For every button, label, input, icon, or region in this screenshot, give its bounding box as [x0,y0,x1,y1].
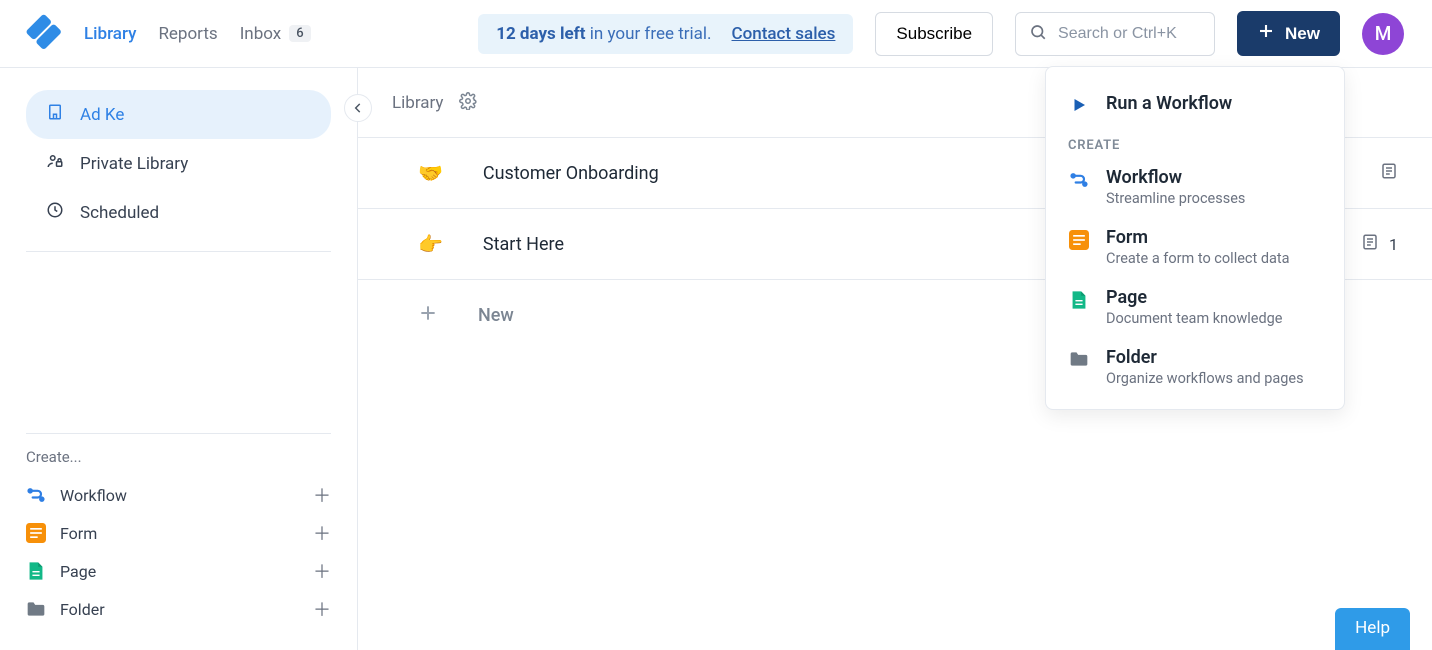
trial-rest: in your free trial. [586,24,712,44]
sidebar-divider [26,433,331,434]
new-item-label: New [478,305,514,326]
row-label: Start Here [483,234,564,255]
create-row-label: Page [60,562,96,581]
contact-sales-link[interactable]: Contact sales [732,24,836,44]
document-icon [1361,233,1379,256]
row-emoji-icon: 🤝 [418,161,443,185]
menu-item-sub: Organize workflows and pages [1106,370,1304,387]
menu-item-title: Workflow [1106,167,1245,188]
trial-days-left: 12 days left [496,24,585,44]
create-row-label: Form [60,524,97,543]
avatar[interactable]: M [1362,13,1404,55]
plus-icon: ＋ [313,558,331,584]
nav-library[interactable]: Library [84,24,136,44]
settings-button[interactable] [459,92,477,114]
document-icon [1380,162,1398,185]
menu-item-sub: Document team knowledge [1106,310,1283,327]
row-emoji-icon: 👉 [418,232,443,256]
page-icon [26,561,46,581]
nav-reports[interactable]: Reports [158,24,217,44]
menu-item-title: Page [1106,287,1283,308]
sidebar-item-label: Private Library [80,154,188,174]
menu-item-label: Run a Workflow [1106,93,1232,114]
plus-icon: ＋ [313,482,331,508]
inbox-count-badge: 6 [289,25,310,42]
row-label: Customer Onboarding [483,163,659,184]
workflow-icon [26,485,46,505]
app-logo-icon[interactable] [22,12,64,54]
clock-icon [46,201,64,224]
help-button-label: Help [1355,618,1390,638]
menu-item-sub: Create a form to collect data [1106,250,1290,267]
menu-item-folder[interactable]: Folder Organize workflows and pages [1046,337,1344,397]
menu-item-sub: Streamline processes [1106,190,1245,207]
page-title: Library [392,93,443,113]
plus-icon: ＋ [313,520,331,546]
menu-item-title: Form [1106,227,1290,248]
sidebar-item-label: Ad Ke [80,105,124,125]
create-section-header: Create... [26,448,331,466]
create-page-row[interactable]: Page ＋ [26,552,331,590]
nav-inbox-label: Inbox [240,24,282,44]
row-count: 1 [1389,235,1398,254]
folder-icon [26,599,46,619]
trial-banner: 12 days left in your free trial. Contact… [478,14,853,54]
menu-item-workflow[interactable]: Workflow Streamline processes [1046,157,1344,217]
new-button[interactable]: New [1237,11,1340,56]
sidebar-item-label: Scheduled [80,203,159,223]
help-button[interactable]: Help [1335,608,1410,650]
menu-item-page[interactable]: Page Document team knowledge [1046,277,1344,337]
play-icon [1068,93,1090,114]
sidebar-item-org[interactable]: Ad Ke [26,90,331,139]
menu-item-run-workflow[interactable]: Run a Workflow [1046,83,1344,128]
plus-icon: ＋ [313,596,331,622]
plus-icon [1257,22,1275,45]
form-icon [26,523,46,543]
sidebar-item-scheduled[interactable]: Scheduled [26,188,331,237]
workflow-icon [1068,167,1090,190]
page-icon [1068,287,1090,310]
new-button-label: New [1285,24,1320,44]
folder-icon [1068,347,1090,368]
person-lock-icon [46,152,64,175]
search-icon [1029,23,1047,45]
subscribe-button[interactable]: Subscribe [875,12,993,56]
create-folder-row[interactable]: Folder ＋ [26,590,331,628]
plus-icon [418,303,438,328]
menu-item-title: Folder [1106,347,1304,368]
create-form-row[interactable]: Form ＋ [26,514,331,552]
sidebar: Ad Ke Private Library Scheduled Create..… [0,68,358,650]
building-icon [46,103,64,126]
dropdown-create-header: CREATE [1046,128,1344,157]
sidebar-item-private-library[interactable]: Private Library [26,139,331,188]
create-row-label: Workflow [60,486,127,505]
topbar: Library Reports Inbox 6 12 days left in … [0,0,1432,68]
sidebar-divider [26,251,331,252]
create-workflow-row[interactable]: Workflow ＋ [26,476,331,514]
menu-item-form[interactable]: Form Create a form to collect data [1046,217,1344,277]
new-menu-dropdown: Run a Workflow CREATE Workflow Streamlin… [1045,66,1345,410]
search-box[interactable] [1015,12,1215,56]
form-icon [1068,227,1090,250]
nav-inbox[interactable]: Inbox 6 [240,24,311,44]
create-row-label: Folder [60,600,105,619]
collapse-sidebar-button[interactable] [344,94,372,122]
avatar-letter: M [1375,22,1392,45]
